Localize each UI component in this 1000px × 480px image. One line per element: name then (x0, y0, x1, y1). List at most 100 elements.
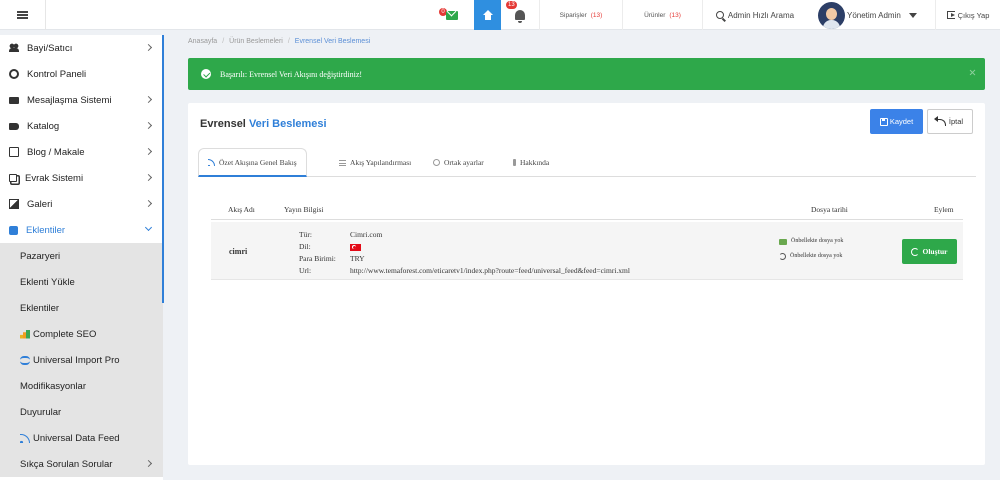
sidebar-item-label: Eklentiler (26, 224, 66, 236)
home-button[interactable] (474, 0, 501, 30)
breadcrumb: Anasayfa / Ürün Beslemeleri / Evrensel V… (188, 38, 370, 45)
tab-feed-configuration[interactable]: Akış Yapılandırması (330, 148, 420, 177)
products-link[interactable]: Ürünler (13) (622, 0, 702, 30)
currency-value: TRY (350, 254, 365, 263)
bell-icon (515, 10, 525, 23)
sidebar-subitem-eklentiler[interactable]: Eklentiler (0, 295, 163, 321)
sidebar-item-label: Kontrol Paneli (27, 68, 87, 80)
undo-icon (933, 115, 946, 126)
admin-quick-search-button[interactable]: Admin Hızlı Arama (702, 0, 807, 30)
page-title: Evrensel Veri Beslemesi (200, 118, 327, 130)
sidebar-item-kontrol-paneli[interactable]: Kontrol Paneli (0, 61, 163, 87)
sidebar-subitem-label: Pazaryeri (20, 250, 61, 262)
type-value: Cimri.com (350, 230, 383, 239)
rss-icon (20, 433, 30, 443)
tab-common-settings[interactable]: Ortak ayarlar (424, 148, 493, 177)
sidebar-subitem-universal-data-feed[interactable]: Universal Data Feed (0, 425, 163, 451)
save-icon (879, 117, 888, 126)
sidebar-subitem-label: Eklenti Yükle (20, 276, 75, 288)
url-value: http://www.temaforest.com/eticaretv1/ind… (350, 266, 630, 275)
column-header-feed-name: Akış Adı (228, 205, 255, 214)
column-header-action: Eylem (934, 205, 954, 214)
gear-icon (433, 159, 440, 166)
sidebar-item-bayi-satici[interactable]: Bayi/Satıcı (0, 35, 163, 61)
users-icon (9, 43, 19, 53)
sidebar-item-label: Galeri (27, 198, 53, 210)
sidebar-subitem-duyurular[interactable]: Duyurular (0, 399, 163, 425)
logout-button[interactable]: Çıkış Yap (935, 0, 1000, 30)
alert-text: Başarılı: Evrensel Veri Akışını değiştir… (220, 69, 363, 79)
create-label: Oluştur (922, 247, 948, 256)
envelope-icon (445, 10, 458, 20)
file-date-cell: Önbellekte dosya yok Önbellekte dosya yo… (779, 234, 843, 264)
products-count: (13) (669, 11, 681, 19)
search-icon (715, 11, 724, 19)
sidebar-subitem-label: Duyurular (20, 406, 62, 418)
cancel-button[interactable]: İptal (927, 109, 973, 134)
info-icon (513, 159, 516, 166)
sidebar-item-blog[interactable]: Blog / Makale (0, 139, 163, 165)
caret-down-icon (908, 12, 917, 18)
user-name: Yönetim Admin (847, 10, 901, 20)
breadcrumb-home[interactable]: Anasayfa (188, 38, 217, 45)
sidebar-item-label: Mesajlaşma Sistemi (27, 94, 112, 106)
hamburger-icon (17, 11, 28, 19)
success-alert: Başarılı: Evrensel Veri Akışını değiştir… (188, 58, 985, 90)
messages-button[interactable]: 0 (433, 0, 470, 30)
search-label: Admin Hızlı Arama (727, 10, 795, 20)
currency-label: Para Birimi: (299, 254, 336, 263)
create-button[interactable]: Oluştur (902, 239, 957, 264)
envelope-icon (9, 96, 19, 104)
tag-icon (9, 122, 19, 130)
breadcrumb-separator: / (222, 38, 225, 45)
import-icon (20, 355, 30, 365)
menu-toggle-button[interactable] (0, 0, 46, 30)
products-label: Ürünler (644, 11, 666, 19)
sidebar-item-mesajlasma[interactable]: Mesajlaşma Sistemi (0, 87, 163, 113)
tab-about[interactable]: Hakkında (504, 148, 558, 177)
info-values: Cimri.com TRY http://www.temaforest.com/… (350, 229, 630, 277)
sidebar-item-eklentiler[interactable]: Eklentiler (0, 217, 163, 243)
sidebar-item-label: Blog / Makale (27, 146, 85, 158)
table-header: Akış Adı Yayın Bilgisi Dosya tarihi Eyle… (211, 203, 963, 220)
save-button[interactable]: Kaydet (870, 109, 923, 134)
sidebar-scrollbar[interactable] (162, 35, 164, 303)
sync-icon (911, 247, 920, 256)
sidebar-subitem-eklenti-yukle[interactable]: Eklenti Yükle (0, 269, 163, 295)
info-labels: Tür: Dil: Para Birimi: Url: (299, 229, 336, 277)
breadcrumb-product-feeds[interactable]: Ürün Beslemeleri (229, 38, 283, 45)
close-icon[interactable] (969, 69, 976, 76)
sidebar-subitem-universal-import-pro[interactable]: Universal Import Pro (0, 347, 163, 373)
sidebar-subitem-pazaryeri[interactable]: Pazaryeri (0, 243, 163, 269)
tab-feed-overview[interactable]: Özet Akışına Genel Bakış (198, 148, 307, 177)
sidebar-item-evrak[interactable]: Evrak Sistemi (0, 165, 163, 191)
breadcrumb-current[interactable]: Evrensel Veri Beslemesi (295, 38, 370, 45)
tab-label: Akış Yapılandırması (350, 158, 412, 167)
sliders-icon (339, 159, 346, 166)
orders-link[interactable]: Siparişler (13) (539, 0, 622, 30)
chevron-right-icon (144, 459, 153, 468)
tab-label: Ortak ayarlar (444, 158, 484, 167)
page-title-highlight: Veri Beslemesi (248, 118, 327, 130)
user-menu[interactable]: Yönetim Admin (812, 0, 930, 30)
sidebar-subitem-modifikasyonlar[interactable]: Modifikasyonlar (0, 373, 163, 399)
sidebar-subitem-label: Sıkça Sorulan Sorular (20, 458, 113, 470)
cache-status-refresh: Önbellekte dosya yok (779, 249, 843, 264)
sidebar-item-katalog[interactable]: Katalog (0, 113, 163, 139)
column-header-info: Yayın Bilgisi (284, 205, 324, 214)
sidebar-item-galeri[interactable]: Galeri (0, 191, 163, 217)
chevron-right-icon (144, 95, 153, 104)
page-title-main: Evrensel (200, 118, 246, 130)
cache-status-text: Önbellekte dosya yok (791, 238, 844, 244)
sidebar-subitem-complete-seo[interactable]: Complete SEO (0, 321, 163, 347)
chevron-right-icon (144, 199, 153, 208)
download-icon (779, 238, 787, 245)
notifications-button[interactable]: 13 (505, 0, 535, 30)
image-icon (9, 199, 19, 209)
tab-label: Özet Akışına Genel Bakış (219, 157, 297, 167)
sidebar-subitem-sss[interactable]: Sıkça Sorulan Sorular (0, 451, 163, 477)
cache-status-text: Önbellekte dosya yok (790, 253, 843, 259)
logout-label: Çıkış Yap (957, 10, 990, 20)
logout-icon (946, 11, 955, 19)
tab-bar: Özet Akışına Genel Bakış Akış Yapılandır… (198, 148, 976, 177)
